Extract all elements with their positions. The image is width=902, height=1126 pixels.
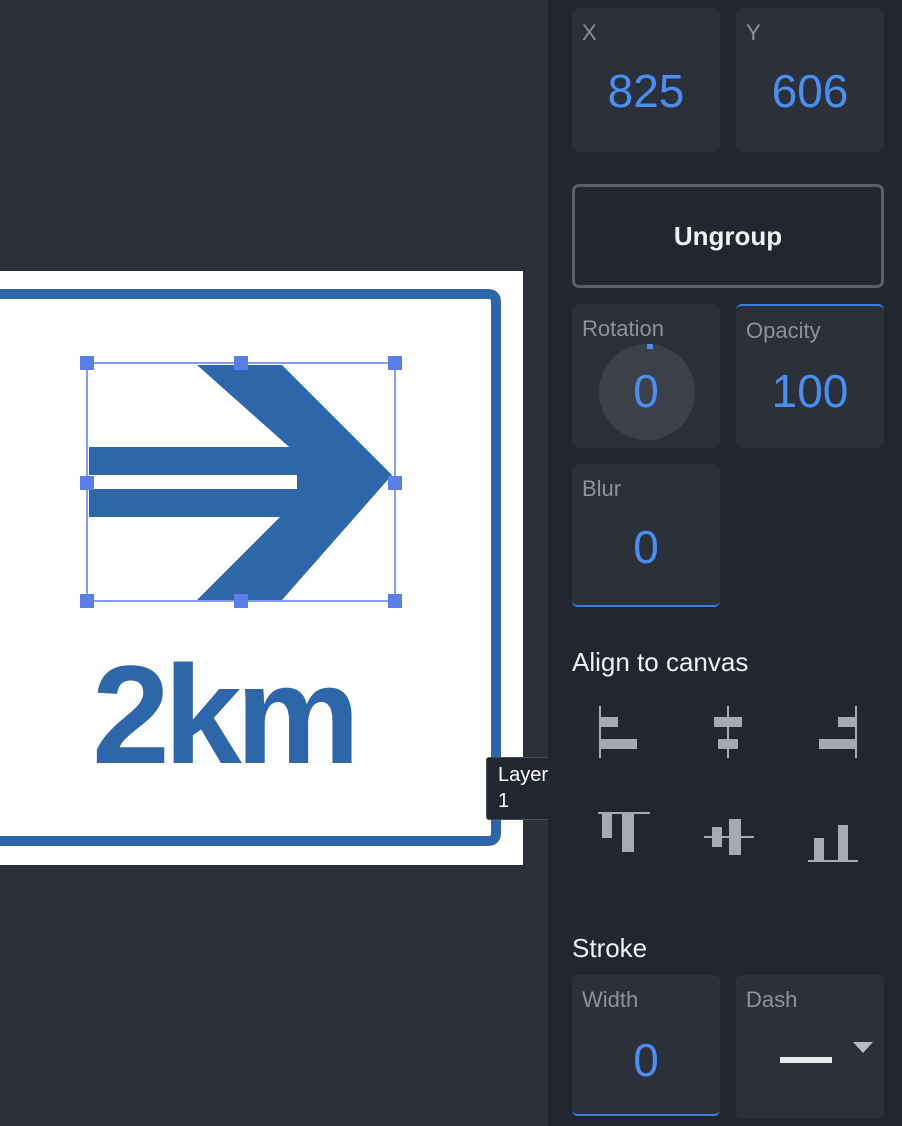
x-position-field[interactable]: X 825 xyxy=(572,8,720,152)
resize-handle-s xyxy=(234,594,248,608)
align-center-horizontal-icon xyxy=(714,706,742,758)
align-center-vertical-icon xyxy=(704,819,754,855)
resize-handle-se xyxy=(388,594,402,608)
align-bottom-button[interactable] xyxy=(806,808,866,868)
rotation-dial-marker xyxy=(647,344,653,349)
blur-value[interactable]: 0 xyxy=(572,524,720,570)
resize-handle-ne xyxy=(388,356,402,370)
blur-label: Blur xyxy=(582,476,622,501)
sign-text-2km[interactable]: 2km xyxy=(92,645,360,785)
align-bottom-icon xyxy=(808,825,858,862)
stroke-width-label: Width xyxy=(582,987,639,1012)
opacity-value[interactable]: 100 xyxy=(736,368,884,414)
arrow-shaft-bottom xyxy=(89,489,304,517)
align-section-title: Align to canvas xyxy=(572,647,749,677)
solid-line-icon xyxy=(780,1057,832,1063)
blur-field[interactable]: Blur 0 xyxy=(572,464,720,607)
rotation-value[interactable]: 0 xyxy=(572,368,720,414)
resize-handle-nw xyxy=(80,356,94,370)
stroke-width-field[interactable]: Width 0 xyxy=(572,975,720,1116)
x-value[interactable]: 825 xyxy=(572,68,720,114)
y-label: Y xyxy=(746,20,761,45)
stroke-dash-dropdown[interactable]: Dash xyxy=(736,975,884,1119)
align-left-button[interactable] xyxy=(590,704,650,764)
align-right-button[interactable] xyxy=(808,704,868,764)
arrow-shaft-top xyxy=(89,447,304,475)
align-top-button[interactable] xyxy=(596,808,656,868)
opacity-field[interactable]: Opacity 100 xyxy=(736,304,884,448)
arrow-head xyxy=(197,365,392,600)
rotation-field[interactable]: Rotation 0 xyxy=(572,304,720,448)
stroke-width-value[interactable]: 0 xyxy=(572,1037,720,1083)
stroke-section-title: Stroke xyxy=(572,933,648,963)
chevron-down-icon[interactable] xyxy=(853,1042,873,1053)
y-value[interactable]: 606 xyxy=(736,68,884,114)
resize-handle-w xyxy=(80,476,94,490)
align-top-icon xyxy=(598,812,650,852)
resize-handle-n xyxy=(234,356,248,370)
align-left-icon xyxy=(599,706,637,758)
x-label: X xyxy=(582,20,597,45)
align-center-horizontal-button[interactable] xyxy=(698,704,758,764)
stroke-dash-label: Dash xyxy=(746,987,798,1012)
y-position-field[interactable]: Y 606 xyxy=(736,8,884,152)
ungroup-button[interactable]: Ungroup xyxy=(572,184,884,288)
properties-panel: X 825 Y 606 Ungroup Rotation 0 Opacity 1… xyxy=(548,0,902,1126)
canvas-area[interactable]: 2km Layer 1 xyxy=(0,0,561,1126)
resize-handle-e xyxy=(388,476,402,490)
align-right-icon xyxy=(819,706,857,758)
resize-handle-sw xyxy=(80,594,94,608)
opacity-label: Opacity xyxy=(746,318,821,343)
align-center-vertical-button[interactable] xyxy=(702,808,762,868)
rotation-label: Rotation xyxy=(582,316,664,341)
